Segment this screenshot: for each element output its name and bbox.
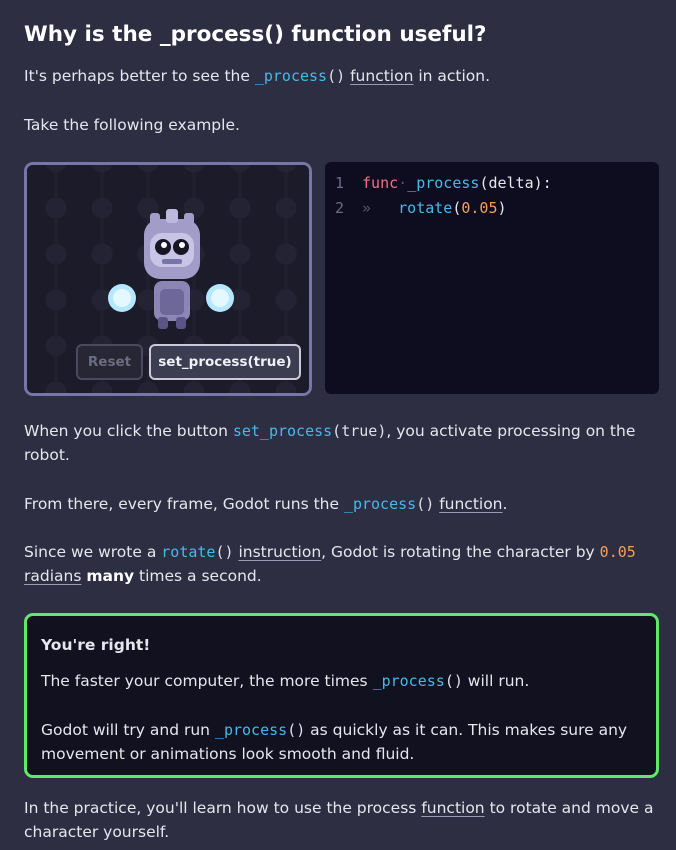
code-keyword: func [362,174,399,192]
frame-paragraph: From there, every frame, Godot runs the … [24,495,508,513]
code-line-2: 2 » rotate(0.05) [335,199,507,217]
callout-paragraph-1: The faster your computer, the more times… [41,672,530,690]
example-intro-paragraph: Take the following example. [24,116,240,134]
rotate-paragraph: Since we wrote a rotate() instruction, G… [24,543,636,585]
inline-code: _process() [372,672,463,690]
set-process-button[interactable]: set_process(true) [149,344,301,380]
inline-code: _process() [254,67,346,85]
robot-character [108,209,234,329]
glossary-link-function[interactable]: function [439,495,502,513]
intro-paragraph: It's perhaps better to see the _process(… [24,67,491,85]
line-number: 1 [335,174,345,192]
inline-code: _process() [343,495,435,513]
code-identifier: _process [407,174,480,192]
inline-code: rotate() [161,543,234,561]
click-paragraph: When you click the button set_process(tr… [24,422,636,464]
inline-code: _process() [214,721,306,739]
glossary-link-function[interactable]: function [421,799,484,817]
glossary-link-instruction[interactable]: instruction [238,543,321,561]
code-line-1: 1 func·_process(delta): [335,174,552,192]
demo-viewport: Reset set_process(true) [24,162,312,396]
code-number: 0.05 [461,199,498,217]
practice-paragraph: In the practice, you'll learn how to use… [24,799,654,841]
glossary-link-radians[interactable]: radians [24,567,81,585]
inline-number: 0.05 [599,543,636,561]
reset-button[interactable]: Reset [76,344,143,380]
success-callout: You're right! The faster your computer, … [24,613,659,778]
emphasis-text: many [86,567,135,585]
glossary-link-function[interactable]: function [350,67,413,85]
callout-title: You're right! [41,636,151,654]
section-heading: Why is the _process() function useful? [24,22,487,47]
code-identifier: rotate [398,199,453,217]
inline-code: set_process(true) [232,422,387,440]
code-editor: 1 func·_process(delta): 2 » rotate(0.05) [325,162,659,394]
callout-paragraph-2: Godot will try and run _process() as qui… [41,721,628,763]
line-number: 2 [335,199,345,217]
